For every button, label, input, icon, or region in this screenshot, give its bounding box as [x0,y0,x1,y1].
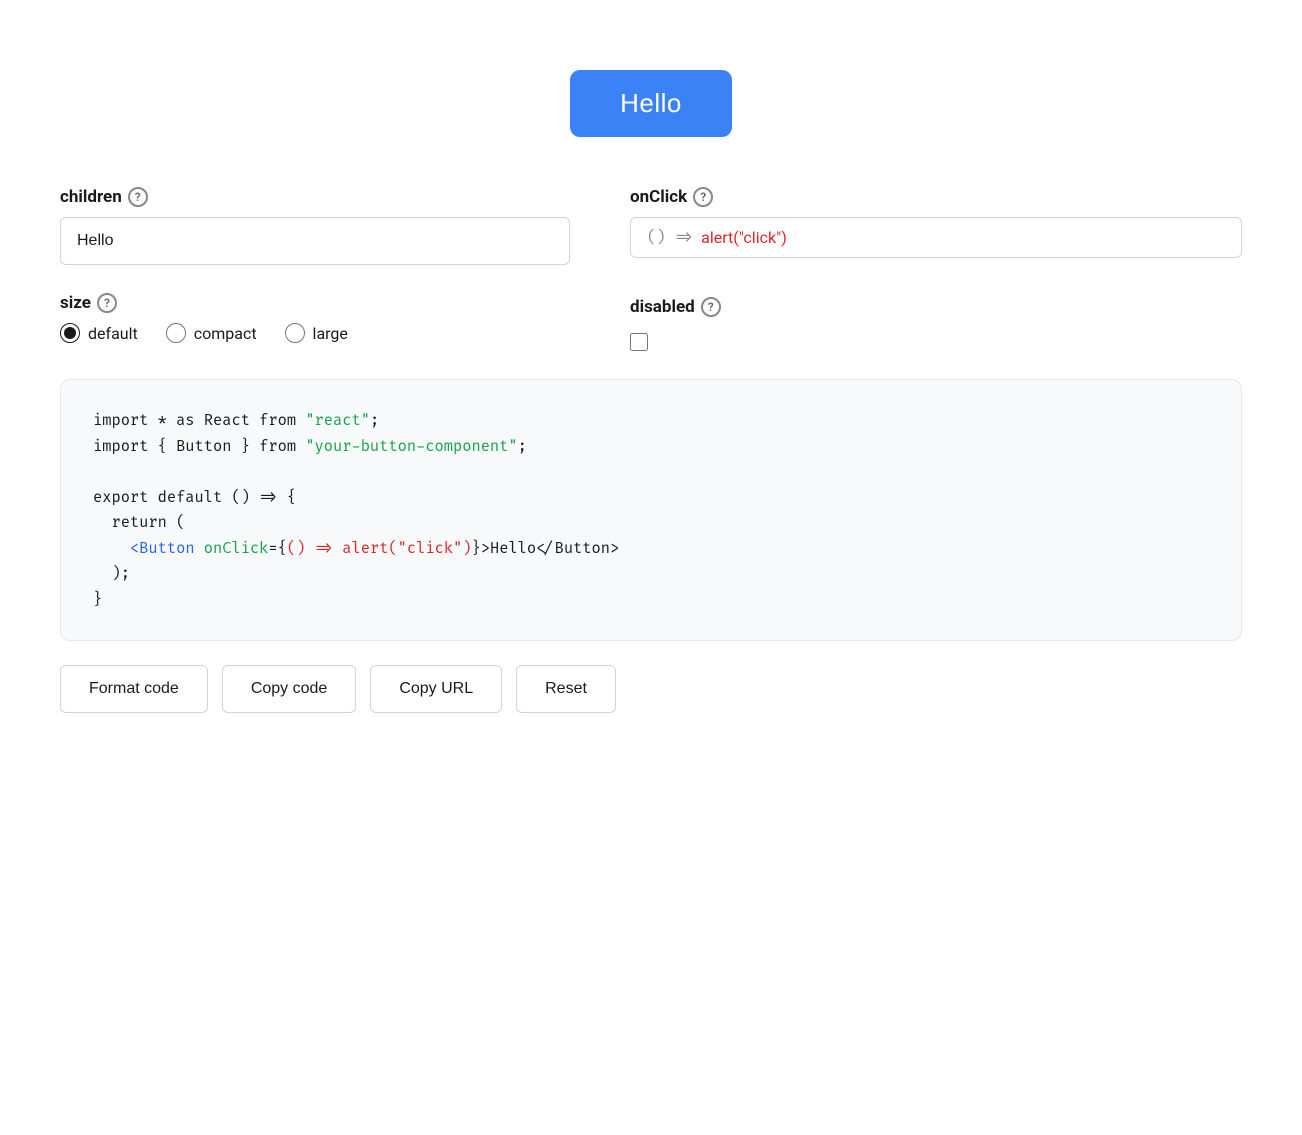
action-buttons: Format code Copy code Copy URL Reset [60,665,1242,713]
copy-url-button[interactable]: Copy URL [370,665,502,713]
onclick-value: alert("click") [701,228,787,247]
size-control-group: size ? default compact large [60,293,570,343]
onclick-help-icon[interactable]: ? [693,187,713,207]
onclick-prefix: () => [647,228,693,247]
disabled-control-group: disabled ? [630,293,1242,351]
disabled-help-icon[interactable]: ? [701,297,721,317]
copy-code-button[interactable]: Copy code [222,665,357,713]
children-label: children ? [60,187,570,207]
code-line-2: import { Button } from "your-button-comp… [93,434,1209,460]
disabled-checkbox[interactable] [630,333,648,351]
size-radio-default[interactable]: default [60,323,138,343]
code-block: import * as React from "react"; import {… [60,379,1242,641]
disabled-label: disabled ? [630,297,1242,317]
size-radio-large[interactable]: large [285,323,348,343]
onclick-control-group: onClick ? () => alert("click") [630,187,1242,258]
size-radio-group: default compact large [60,323,570,343]
children-input[interactable] [60,217,570,265]
size-radio-compact[interactable]: compact [166,323,257,343]
children-help-icon[interactable]: ? [128,187,148,207]
preview-hello-button[interactable]: Hello [570,70,732,137]
code-line-1: import * as React from "react"; [93,408,1209,434]
format-code-button[interactable]: Format code [60,665,208,713]
reset-button[interactable]: Reset [516,665,616,713]
code-line-8: } [93,587,1209,613]
code-line-7: ); [93,561,1209,587]
code-line-3 [93,459,1209,485]
children-control-group: children ? [60,187,570,265]
onclick-label: onClick ? [630,187,1242,207]
top-controls-row: children ? onClick ? () => alert("click"… [60,187,1242,265]
code-line-6: <Button onClick={() => alert("click")}>H… [93,536,1209,562]
size-controls-row: size ? default compact large disabled ? [60,293,1242,351]
onclick-input-wrapper: () => alert("click") [630,217,1242,258]
size-label: size ? [60,293,570,313]
preview-area: Hello [60,40,1242,187]
size-help-icon[interactable]: ? [97,293,117,313]
code-line-4: export default () => { [93,485,1209,511]
disabled-checkbox-row [630,333,1242,351]
code-line-5: return ( [93,510,1209,536]
